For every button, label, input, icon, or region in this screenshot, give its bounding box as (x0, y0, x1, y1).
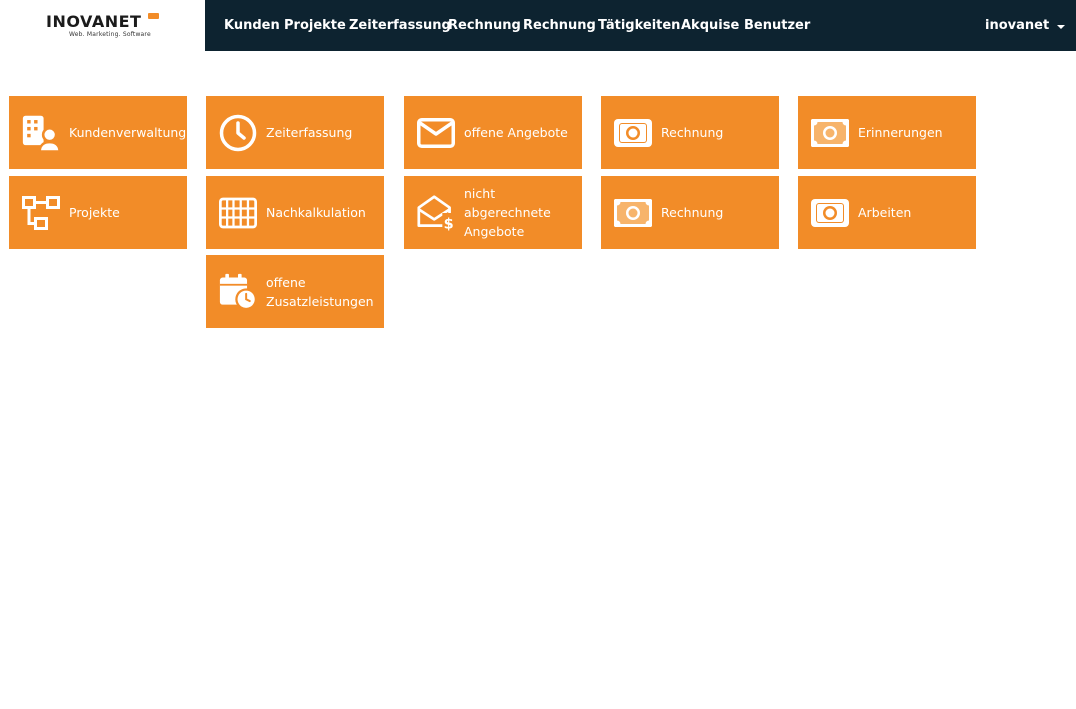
nav-taetigkeiten[interactable]: Tätigkeiten (598, 18, 680, 33)
tile-label: Zeiterfassung (266, 125, 353, 140)
logo-tagline: Web. Marketing. Software (69, 31, 151, 38)
user-name: inovanet (985, 18, 1050, 33)
money-bill-icon (614, 114, 652, 152)
tile-label: Erinnerungen (858, 125, 943, 140)
tile-offene-zusatzleistungen[interactable]: offene Zusatzleistungen (206, 255, 384, 328)
logo-wordmark: INOVANET (46, 12, 142, 31)
user-menu-dropdown[interactable]: inovanet (985, 18, 1066, 33)
money-bill-icon (811, 194, 849, 232)
money-bill-wave-icon (811, 114, 849, 152)
tile-rechnung-1[interactable]: Rechnung (601, 96, 779, 169)
nav-zeiterfassung[interactable]: Zeiterfassung (349, 18, 451, 33)
tile-label: Rechnung (661, 205, 724, 220)
tile-label: nicht abgerechnete Angebote (464, 186, 551, 239)
nav-rechnung-1[interactable]: Rechnung (448, 18, 521, 33)
tile-nicht-abgerechnete-angebote[interactable]: $ nicht abgerechnete Angebote (404, 176, 582, 249)
money-bill-wave-icon (614, 194, 652, 232)
clock-icon (219, 114, 257, 152)
tile-erinnerungen[interactable]: Erinnerungen (798, 96, 976, 169)
tile-label: Kundenverwaltung (69, 125, 187, 140)
tile-label: Nachkalkulation (266, 205, 366, 220)
caret-down-icon (1057, 24, 1066, 29)
logo-accent-mark (148, 13, 159, 19)
tile-nachkalkulation[interactable]: Nachkalkulation (206, 176, 384, 249)
tile-label: Arbeiten (858, 205, 912, 220)
top-bar: INOVANET Web. Marketing. Software Kunden… (0, 0, 1076, 51)
tile-projekte[interactable]: Projekte (9, 176, 187, 249)
envelope-open-dollar-icon: $ (417, 194, 455, 232)
logo[interactable]: INOVANET Web. Marketing. Software (0, 0, 205, 51)
tile-label: offene Angebote (464, 125, 568, 140)
tile-arbeiten[interactable]: Arbeiten (798, 176, 976, 249)
nav-benutzer[interactable]: Benutzer (744, 18, 810, 33)
tile-label: offene Zusatzleistungen (266, 274, 374, 309)
project-tree-icon (22, 194, 60, 232)
tile-kundenverwaltung[interactable]: Kundenverwaltung (9, 96, 187, 169)
abacus-icon (219, 194, 257, 232)
tile-zeiterfassung[interactable]: Zeiterfassung (206, 96, 384, 169)
building-user-icon (22, 114, 60, 152)
main-navbar: Kunden Projekte Zeiterfassung Rechnung R… (205, 0, 1076, 51)
tile-label: Rechnung (661, 125, 724, 140)
tile-offene-angebote[interactable]: offene Angebote (404, 96, 582, 169)
tile-rechnung-2[interactable]: Rechnung (601, 176, 779, 249)
nav-projekte[interactable]: Projekte (284, 18, 346, 33)
calendar-clock-icon (219, 273, 257, 311)
envelope-icon (417, 114, 455, 152)
svg-text:$: $ (444, 216, 454, 232)
nav-kunden[interactable]: Kunden (224, 18, 280, 33)
tile-label: Projekte (69, 205, 120, 220)
nav-akquise[interactable]: Akquise (681, 18, 739, 33)
nav-rechnung-2[interactable]: Rechnung (523, 18, 596, 33)
